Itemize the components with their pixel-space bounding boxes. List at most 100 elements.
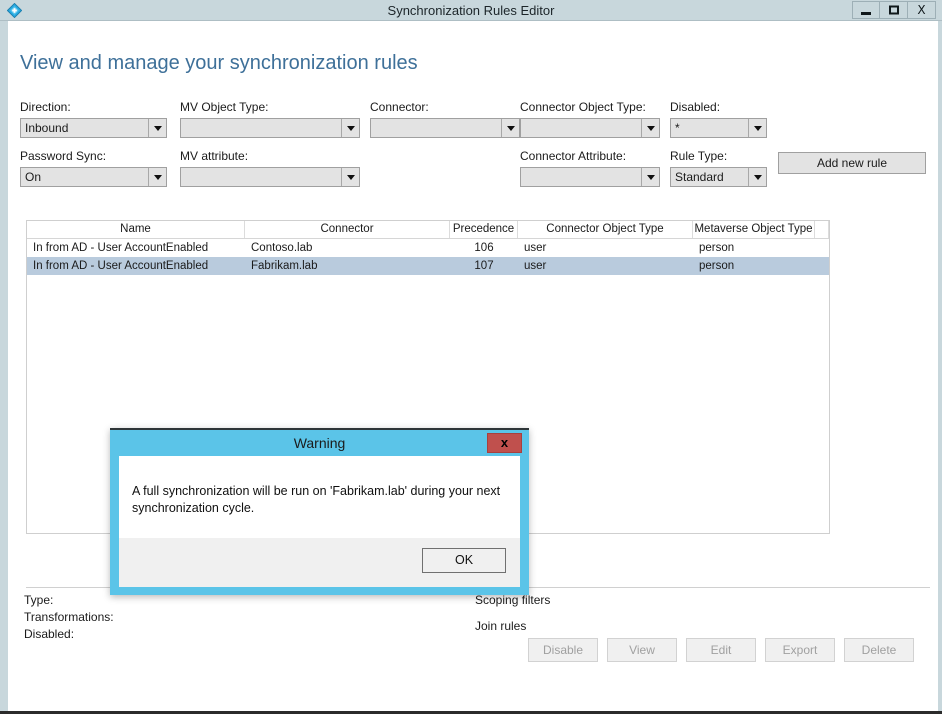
cell-precedence: 106 <box>474 242 494 254</box>
detail-label-type: Type: <box>24 593 54 607</box>
maximize-button[interactable] <box>880 1 908 19</box>
field-mv-object-type: MV Object Type: <box>180 100 360 138</box>
add-new-rule-button[interactable]: Add new rule <box>778 152 926 174</box>
label-mv-object-type: MV Object Type: <box>180 100 269 114</box>
delete-button[interactable]: Delete <box>844 638 914 662</box>
close-icon: X <box>917 3 926 17</box>
connector-object-type-combobox[interactable] <box>520 118 660 138</box>
cell-connector-object-type: user <box>524 242 547 254</box>
column-header-spacer <box>815 221 829 238</box>
window-frame-right <box>938 21 942 711</box>
column-header-precedence[interactable]: Precedence <box>450 221 518 238</box>
chevron-down-icon[interactable] <box>748 119 766 137</box>
dialog-titlebar: Warning x <box>110 430 529 456</box>
export-button[interactable]: Export <box>765 638 835 662</box>
chevron-down-icon[interactable] <box>148 168 166 186</box>
page-title: View and manage your synchronization rul… <box>20 52 418 74</box>
field-connector: Connector: <box>370 100 520 138</box>
label-mv-attribute: MV attribute: <box>180 149 249 163</box>
label-password-sync: Password Sync: <box>20 149 107 163</box>
dialog-ok-button[interactable]: OK <box>422 548 506 573</box>
view-button[interactable]: View <box>607 638 677 662</box>
warning-dialog: Warning x A full synchronization will be… <box>110 428 529 595</box>
table-row[interactable]: In from AD - User AccountEnabled Contoso… <box>27 239 829 257</box>
chevron-down-icon[interactable] <box>341 119 359 137</box>
rule-type-value: Standard <box>675 170 724 184</box>
cell-name: In from AD - User AccountEnabled <box>33 260 209 272</box>
field-direction: Direction: Inbound <box>20 100 167 138</box>
field-connector-object-type: Connector Object Type: <box>520 100 660 138</box>
cell-connector: Fabrikam.lab <box>251 260 318 272</box>
column-header-connector[interactable]: Connector <box>245 221 450 238</box>
client-area: View and manage your synchronization rul… <box>8 22 938 711</box>
disable-button[interactable]: Disable <box>528 638 598 662</box>
label-direction: Direction: <box>20 100 71 114</box>
dialog-close-button[interactable]: x <box>487 433 522 453</box>
chevron-down-icon[interactable] <box>641 119 659 137</box>
password-sync-value: On <box>25 170 42 184</box>
details-right-column: Scoping filters Join rules <box>475 592 550 635</box>
mv-object-type-value <box>181 119 341 137</box>
label-connector: Connector: <box>370 100 429 114</box>
dialog-message: A full synchronization will be run on 'F… <box>132 484 501 515</box>
field-disabled: Disabled: * <box>670 100 767 138</box>
minimize-button[interactable] <box>852 1 880 19</box>
window-frame-left <box>0 21 8 711</box>
cell-connector: Contoso.lab <box>251 242 313 254</box>
mv-object-type-combobox[interactable] <box>180 118 360 138</box>
window-title: Synchronization Rules Editor <box>387 3 555 18</box>
window-titlebar: Synchronization Rules Editor X <box>0 0 942 21</box>
maximize-icon <box>888 5 899 15</box>
dialog-title: Warning <box>293 435 346 451</box>
detail-label-disabled: Disabled: <box>24 627 75 641</box>
field-connector-attribute: Connector Attribute: <box>520 149 660 187</box>
rule-type-combobox[interactable]: Standard <box>670 167 767 187</box>
disabled-value: * <box>675 121 680 135</box>
connector-attribute-combobox[interactable] <box>520 167 660 187</box>
chevron-down-icon[interactable] <box>641 168 659 186</box>
cell-precedence: 107 <box>474 260 494 272</box>
close-button[interactable]: X <box>908 1 936 19</box>
detail-label-transformations: Transformations: <box>24 610 114 624</box>
mv-attribute-combobox[interactable] <box>180 167 360 187</box>
label-connector-object-type: Connector Object Type: <box>520 100 646 114</box>
label-rule-type: Rule Type: <box>670 149 728 163</box>
chevron-down-icon[interactable] <box>501 119 519 137</box>
field-password-sync: Password Sync: On <box>20 149 167 187</box>
sync-rules-editor-window: Synchronization Rules Editor X View and … <box>0 0 942 714</box>
chevron-down-icon[interactable] <box>341 168 359 186</box>
window-controls: X <box>852 1 936 19</box>
dialog-body: A full synchronization will be run on 'F… <box>119 456 520 538</box>
column-header-metaverse-object-type[interactable]: Metaverse Object Type <box>693 221 815 238</box>
mv-attribute-value <box>181 168 341 186</box>
cell-metaverse-object-type: person <box>699 260 735 272</box>
rules-table-header: Name Connector Precedence Connector Obje… <box>27 221 829 239</box>
edit-button[interactable]: Edit <box>686 638 756 662</box>
label-connector-attribute: Connector Attribute: <box>520 149 627 163</box>
connector-object-type-value <box>521 119 641 137</box>
action-button-bar: Disable View Edit Export Delete <box>528 638 914 662</box>
cell-metaverse-object-type: person <box>699 242 735 254</box>
direction-combobox[interactable]: Inbound <box>20 118 167 138</box>
table-row[interactable]: In from AD - User AccountEnabled Fabrika… <box>27 257 829 275</box>
disabled-combobox[interactable]: * <box>670 118 767 138</box>
label-disabled: Disabled: <box>670 100 721 114</box>
column-header-connector-object-type[interactable]: Connector Object Type <box>518 221 693 238</box>
cell-connector-object-type: user <box>524 260 547 272</box>
chevron-down-icon[interactable] <box>748 168 766 186</box>
dialog-footer: OK <box>119 538 520 587</box>
cell-name: In from AD - User AccountEnabled <box>33 242 209 254</box>
column-header-name[interactable]: Name <box>27 221 245 238</box>
details-left-column: Type: Transformations: Disabled: <box>24 592 114 643</box>
field-mv-attribute: MV attribute: <box>180 149 360 187</box>
password-sync-combobox[interactable]: On <box>20 167 167 187</box>
connector-attribute-value <box>521 168 641 186</box>
connector-combobox[interactable] <box>370 118 520 138</box>
minimize-icon <box>861 12 871 15</box>
detail-label-join-rules: Join rules <box>475 619 527 633</box>
field-rule-type: Rule Type: Standard <box>670 149 767 187</box>
filter-panel: Direction: Inbound MV Object Type: Conne… <box>20 100 930 210</box>
connector-value <box>371 119 501 137</box>
chevron-down-icon[interactable] <box>148 119 166 137</box>
direction-value: Inbound <box>25 121 69 135</box>
